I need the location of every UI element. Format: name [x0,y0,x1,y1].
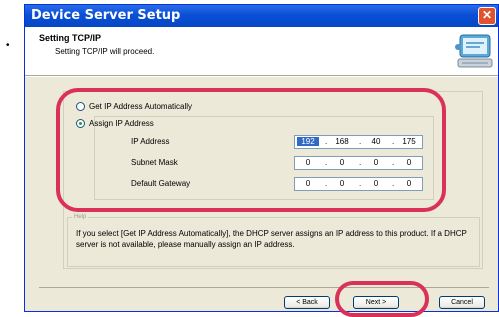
computer-network-icon [455,34,493,68]
radio-assign-ip-button[interactable] [76,119,85,128]
header-divider [25,76,498,77]
step-title: Setting TCP/IP [39,33,102,43]
close-icon[interactable]: ✕ [478,7,496,25]
back-button[interactable]: < Back [284,296,330,309]
bullet-marker: • [6,40,10,51]
help-text: If you select [Get IP Address Automatica… [76,229,467,249]
wizard-header: Setting TCP/IP Setting TCP/IP will proce… [25,27,498,76]
title-bar: Device Server Setup ✕ [25,5,498,27]
radio-assign-ip[interactable]: Assign IP Address [76,119,154,128]
cancel-button[interactable]: Cancel [439,296,485,309]
window-title: Device Server Setup [31,8,181,23]
help-box: Help If you select [Get IP Address Autom… [67,214,480,267]
radio-assign-ip-label: Assign IP Address [89,119,154,128]
step-subtitle: Setting TCP/IP will proceed. [55,47,155,56]
help-label: Help [72,214,89,220]
highlight-ip-settings [56,88,446,212]
